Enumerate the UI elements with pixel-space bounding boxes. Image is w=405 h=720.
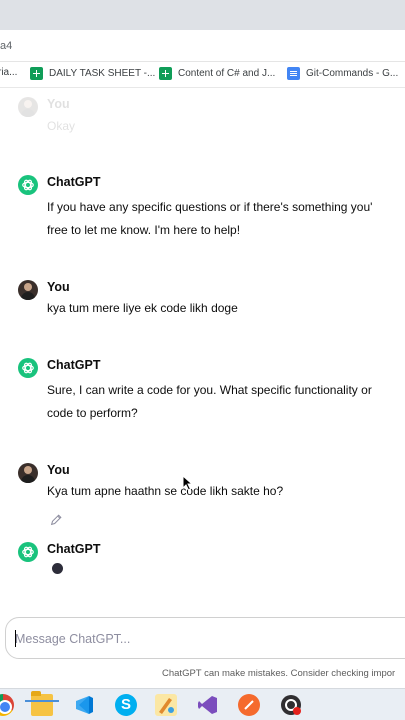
postman-icon[interactable] bbox=[238, 694, 260, 716]
bookmark-label: Content of C# and J... bbox=[178, 68, 276, 79]
message-text: If you have any specific questions or if… bbox=[47, 196, 372, 242]
message-line: Sure, I can write a code for you. What s… bbox=[47, 383, 372, 397]
bookmarks-bar: ria... DAILY TASK SHEET -... Content of … bbox=[0, 62, 405, 88]
chatgpt-logo-icon bbox=[18, 542, 38, 562]
chatgpt-logo-icon bbox=[18, 175, 38, 195]
message-line: free to let me know. I'm here to help! bbox=[47, 223, 241, 237]
url-text[interactable]: a4 bbox=[0, 40, 12, 52]
message-author: ChatGPT bbox=[47, 358, 101, 372]
visual-studio-icon[interactable] bbox=[197, 694, 219, 716]
edit-pencil-icon[interactable] bbox=[49, 513, 63, 527]
file-explorer-icon[interactable] bbox=[25, 691, 59, 716]
text-caret bbox=[15, 630, 16, 647]
message-author: You bbox=[47, 280, 70, 294]
message-line: Okay bbox=[47, 119, 76, 133]
paint-icon[interactable] bbox=[155, 694, 177, 716]
message-text: Sure, I can write a code for you. What s… bbox=[47, 379, 372, 425]
chatgpt-logo-icon bbox=[18, 358, 38, 378]
message-text: kya tum mere liye ek code likh doge bbox=[47, 297, 238, 320]
bookmark-git-commands[interactable]: Git-Commands - G... bbox=[287, 67, 398, 80]
message-composer[interactable] bbox=[5, 617, 405, 659]
user-avatar bbox=[18, 97, 38, 117]
message-line: kya tum mere liye ek code likh doge bbox=[47, 301, 238, 315]
message-author: You bbox=[47, 463, 70, 477]
bookmark-label: Git-Commands - G... bbox=[306, 68, 399, 79]
bookmark-daily-task-sheet[interactable]: DAILY TASK SHEET -... bbox=[30, 67, 155, 80]
vscode-icon[interactable] bbox=[73, 694, 95, 716]
message-line: Kya tum apne haathn se code likh sakte h… bbox=[47, 484, 284, 498]
message-text: Kya tum apne haathn se code likh sakte h… bbox=[47, 480, 283, 503]
bookmark-label: DAILY TASK SHEET -... bbox=[49, 68, 156, 79]
user-avatar bbox=[18, 280, 38, 300]
message-author: ChatGPT bbox=[47, 175, 101, 189]
browser-tab-strip bbox=[0, 0, 405, 30]
user-avatar bbox=[18, 463, 38, 483]
google-sheets-icon bbox=[30, 67, 43, 80]
chat-thread[interactable]: You Okay ChatGPT If you have any specifi… bbox=[0, 88, 405, 610]
message-input[interactable] bbox=[15, 628, 395, 650]
typing-indicator bbox=[52, 563, 63, 574]
google-sheets-icon bbox=[159, 67, 172, 80]
message-line: If you have any specific questions or if… bbox=[47, 200, 373, 214]
bookmark-item[interactable]: ria... bbox=[0, 67, 17, 78]
message-author: You bbox=[47, 97, 70, 111]
obs-recorder-icon[interactable] bbox=[280, 694, 302, 716]
message-text: Okay bbox=[47, 115, 75, 138]
google-docs-icon bbox=[287, 67, 300, 80]
message-author: ChatGPT bbox=[47, 542, 101, 556]
windows-taskbar: S bbox=[0, 688, 405, 720]
bookmark-label: ria... bbox=[0, 67, 18, 78]
address-bar[interactable]: a4 bbox=[0, 30, 405, 62]
skype-icon[interactable]: S bbox=[115, 694, 137, 716]
disclaimer-text: ChatGPT can make mistakes. Consider chec… bbox=[162, 668, 396, 679]
message-line: code to perform? bbox=[47, 406, 138, 420]
bookmark-content-csharp[interactable]: Content of C# and J... bbox=[159, 67, 275, 80]
chrome-icon[interactable] bbox=[0, 694, 14, 716]
mouse-cursor-icon bbox=[182, 475, 194, 491]
